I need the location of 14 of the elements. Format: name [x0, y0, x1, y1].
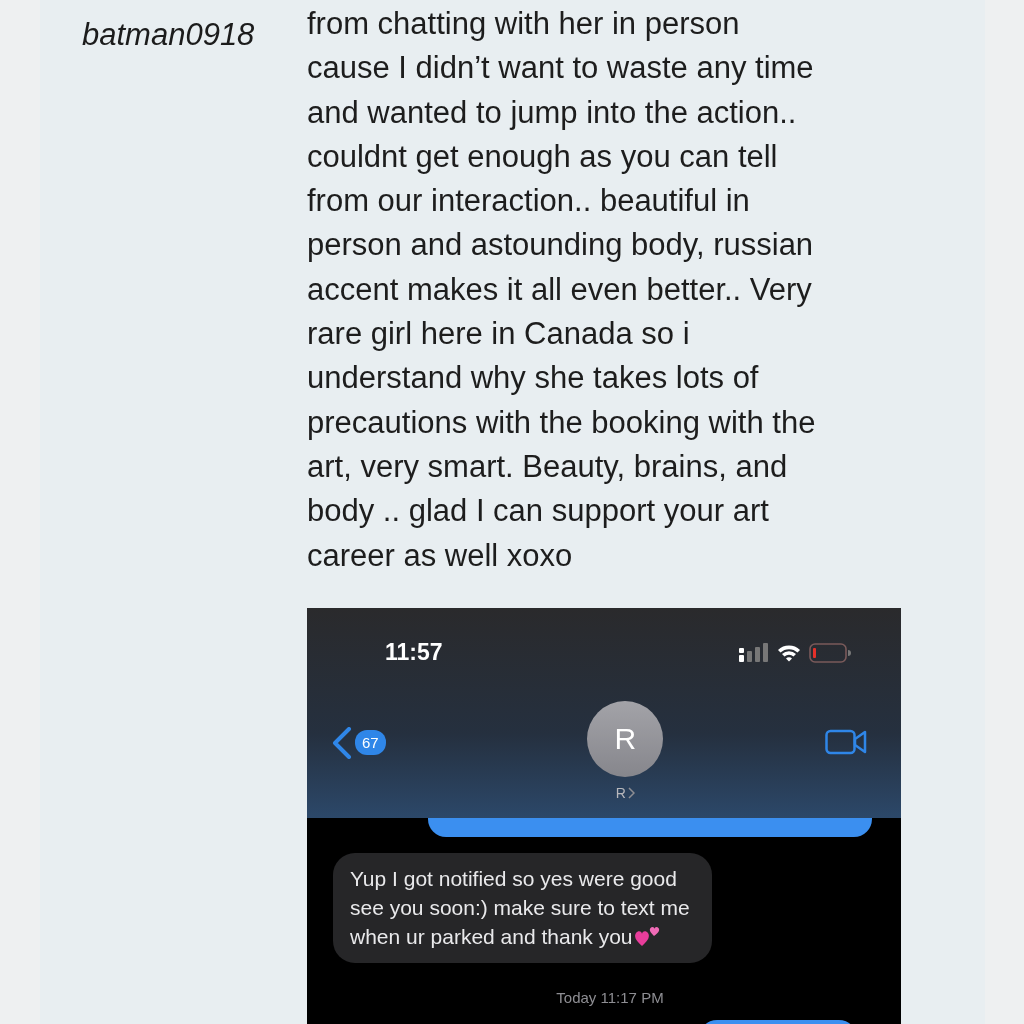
back-button[interactable]: 67 [331, 726, 386, 759]
battery-icon [809, 642, 851, 663]
received-bubble: Yup I got notified so yes were good see you soon:) make sure to text me when ur parked and thank you [333, 852, 712, 963]
contact-avatar[interactable]: R [587, 700, 664, 777]
signal-icon [739, 642, 769, 663]
username: batman0918 [81, 16, 256, 54]
chevron-icon [627, 786, 635, 799]
wifi-icon [777, 643, 801, 662]
video-call-icon[interactable] [825, 728, 867, 755]
back-chevron-icon [331, 726, 353, 759]
contact-name[interactable]: R [615, 784, 626, 801]
review-text: from chatting with her in person cause I didn’t want to waste any time and wanted to jump into the action.. couldnt get enough as you can tell from our interaction.. beautiful in person and astounding body, russian accent makes it all even better.. Very rare girl here in Canada so i understand why she takes lots of precautions with the booking with the art, very smart. Beauty, brains, and body .. glad I can support your art career as well xoxo [307, 5, 817, 575]
status-time: 11:57 [385, 639, 443, 667]
message-timestamp: Today 11:17 PM [556, 988, 664, 1006]
